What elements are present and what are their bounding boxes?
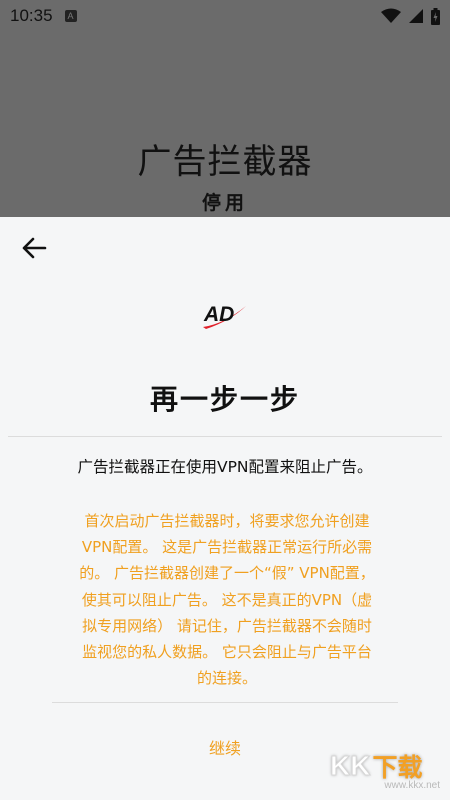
vpn-note: 首次启动广告拦截器时，将要求您允许创建 VPN配置。 这是广告拦截器正常运行所必… bbox=[56, 508, 398, 691]
watermark-accent: 下载 bbox=[372, 754, 423, 782]
continue-button[interactable]: 继续 bbox=[150, 724, 300, 770]
note-line: VPN配置。 这是广告拦截器正常运行所必需 bbox=[81, 538, 373, 557]
ad-logo: AD bbox=[200, 294, 250, 334]
status-icons bbox=[381, 7, 440, 25]
watermark: KK 下载 www.kkx.net bbox=[329, 748, 450, 800]
note-line: 首次启动广告拦截器时，将要求您允许创建 bbox=[84, 512, 370, 530]
app-title: 广告拦截器 bbox=[137, 142, 313, 182]
divider bbox=[52, 702, 398, 703]
status-time: 10:35 bbox=[10, 6, 53, 25]
arrow-left-icon bbox=[22, 237, 47, 259]
status-disabled-label: 停用 bbox=[201, 192, 248, 214]
sheet-heading: 再一步一步 bbox=[149, 383, 300, 416]
note-line: 拟专用网络） 请记住，广告拦截器不会随时 bbox=[82, 616, 372, 635]
note-line: 使其可以阻止广告。 这不是真正的VPN（虚 bbox=[81, 590, 373, 609]
watermark-brand: KK bbox=[329, 750, 371, 782]
wifi-icon bbox=[381, 8, 401, 23]
cellular-icon bbox=[409, 9, 423, 23]
intro-text: 广告拦截器正在使用VPN配置来阻止广告。 bbox=[77, 458, 373, 476]
battery-icon bbox=[431, 7, 440, 25]
divider bbox=[8, 436, 442, 437]
logo-text: AD bbox=[203, 303, 234, 326]
back-button[interactable] bbox=[18, 232, 50, 264]
note-line: 监视您的私人数据。 它只会阻止与广告平台 bbox=[82, 643, 372, 662]
note-line: 的。 广告拦截器创建了一个“假” VPN配置， bbox=[79, 564, 375, 583]
status-bar: 10:35 A bbox=[0, 0, 450, 32]
note-line: 的连接。 bbox=[196, 669, 257, 688]
notification-a-icon: A bbox=[64, 10, 77, 22]
